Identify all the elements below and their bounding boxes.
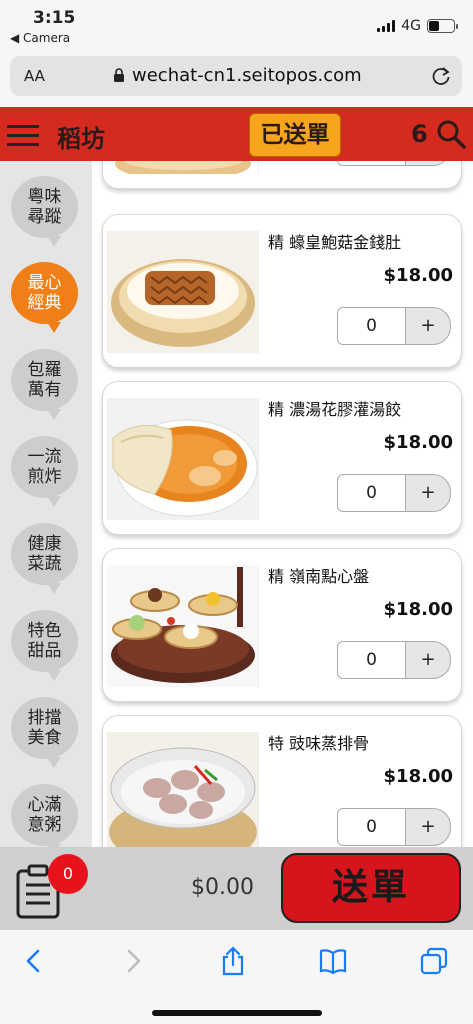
reload-icon[interactable] bbox=[430, 65, 452, 87]
battery-icon bbox=[427, 19, 458, 33]
increment-button[interactable]: + bbox=[405, 641, 451, 679]
increment-button[interactable]: + bbox=[405, 161, 451, 166]
menu-item-card: 精 蠔皇鮑菇金錢肚 $18.00 0 + bbox=[102, 214, 462, 368]
menu-icon[interactable] bbox=[7, 125, 39, 147]
back-to-app-link[interactable]: ◀ Camera bbox=[10, 31, 70, 45]
quantity-stepper[interactable]: 0 + bbox=[337, 474, 451, 512]
network-label: 4G bbox=[401, 18, 421, 34]
quantity-value[interactable] bbox=[337, 161, 406, 166]
reader-options-button[interactable]: AA bbox=[24, 67, 45, 85]
tabs-icon[interactable] bbox=[419, 946, 449, 976]
dish-name: 精 嶺南點心盤 bbox=[268, 567, 370, 586]
increment-button[interactable]: + bbox=[405, 474, 451, 512]
quantity-stepper[interactable]: 0 + bbox=[337, 641, 451, 679]
category-item[interactable]: 一流煎炸 bbox=[11, 436, 78, 507]
order-bar: 0 $0.00 送單 bbox=[0, 847, 473, 929]
dish-price: $18.00 bbox=[383, 265, 453, 286]
menu-item-card: + bbox=[102, 161, 462, 189]
quantity-value[interactable]: 0 bbox=[337, 641, 406, 679]
quantity-value[interactable]: 0 bbox=[337, 307, 406, 345]
search-icon[interactable] bbox=[436, 119, 466, 149]
category-item-active[interactable]: 最心經典 bbox=[11, 262, 78, 333]
share-icon[interactable] bbox=[218, 946, 248, 976]
shop-name: 稻坊 bbox=[57, 125, 105, 153]
category-label: 排擋美食 bbox=[27, 708, 62, 748]
increment-button[interactable]: + bbox=[405, 808, 451, 846]
bookmarks-icon[interactable] bbox=[318, 946, 348, 976]
url-text[interactable]: wechat-cn1.seitopos.com bbox=[132, 65, 362, 86]
category-item[interactable]: 健康菜蔬 bbox=[11, 523, 78, 594]
dish-name: 精 濃湯花膠灌湯餃 bbox=[268, 400, 402, 419]
dish-price: $18.00 bbox=[383, 599, 453, 620]
category-item[interactable]: 心滿意粥 bbox=[11, 784, 78, 847]
category-item[interactable]: 粵味尋蹤 bbox=[11, 176, 78, 247]
back-icon[interactable] bbox=[19, 946, 49, 976]
address-bar[interactable]: AA wechat-cn1.seitopos.com bbox=[10, 56, 462, 96]
status-bar: 3:15 ◀ Camera 4G bbox=[0, 0, 473, 50]
category-label: 健康菜蔬 bbox=[27, 534, 62, 574]
category-label: 包羅萬有 bbox=[27, 360, 62, 400]
category-label: 一流煎炸 bbox=[27, 447, 62, 487]
browser-address-area: AA wechat-cn1.seitopos.com bbox=[0, 50, 473, 106]
order-count-badge: 0 bbox=[48, 854, 88, 894]
category-sidebar: 粵味尋蹤 最心經典 包羅萬有 一流煎炸 健康菜蔬 特色甜品 排擋美食 心滿意粥 bbox=[0, 161, 92, 847]
category-item[interactable]: 包羅萬有 bbox=[11, 349, 78, 420]
lock-icon bbox=[114, 68, 124, 82]
dish-name: 精 蠔皇鮑菇金錢肚 bbox=[268, 233, 402, 252]
menu-item-card: 特 豉味蒸排骨 $18.00 0 + bbox=[102, 715, 462, 847]
order-total: $0.00 bbox=[191, 875, 254, 900]
menu-list[interactable]: + 精 蠔皇鮑菇金錢肚 $18.00 0 + bbox=[92, 161, 473, 847]
forward-icon[interactable] bbox=[118, 946, 148, 976]
dish-image bbox=[107, 732, 259, 847]
quantity-stepper[interactable]: 0 + bbox=[337, 808, 451, 846]
quantity-value[interactable]: 0 bbox=[337, 808, 406, 846]
category-label: 特色甜品 bbox=[27, 621, 62, 661]
menu-item-card: 精 嶺南點心盤 $18.00 0 + bbox=[102, 548, 462, 702]
home-indicator bbox=[152, 1010, 322, 1016]
category-item[interactable]: 特色甜品 bbox=[11, 610, 78, 681]
dish-image bbox=[107, 231, 259, 353]
category-label: 粵味尋蹤 bbox=[27, 187, 62, 227]
status-time: 3:15 bbox=[33, 8, 76, 28]
dish-price: $18.00 bbox=[383, 766, 453, 787]
sent-orders-button[interactable]: 已送單 bbox=[249, 113, 341, 157]
category-label: 心滿意粥 bbox=[27, 795, 62, 835]
dish-image bbox=[107, 565, 259, 687]
status-indicators: 4G bbox=[377, 18, 458, 34]
dish-price: $18.00 bbox=[383, 432, 453, 453]
quantity-stepper[interactable]: + bbox=[337, 161, 451, 166]
menu-item-card: 精 濃湯花膠灌湯餃 $18.00 0 + bbox=[102, 381, 462, 535]
submit-order-button[interactable]: 送單 bbox=[281, 853, 461, 923]
signal-icon bbox=[377, 20, 396, 32]
item-count: 6 bbox=[411, 120, 428, 148]
app-header: 稻坊 已送單 6 bbox=[0, 107, 473, 161]
dish-name: 特 豉味蒸排骨 bbox=[268, 734, 370, 753]
category-item[interactable]: 排擋美食 bbox=[11, 697, 78, 768]
quantity-value[interactable]: 0 bbox=[337, 474, 406, 512]
dish-image bbox=[107, 398, 259, 520]
quantity-stepper[interactable]: 0 + bbox=[337, 307, 451, 345]
category-label: 最心經典 bbox=[27, 273, 62, 313]
increment-button[interactable]: + bbox=[405, 307, 451, 345]
dish-image bbox=[107, 161, 259, 174]
